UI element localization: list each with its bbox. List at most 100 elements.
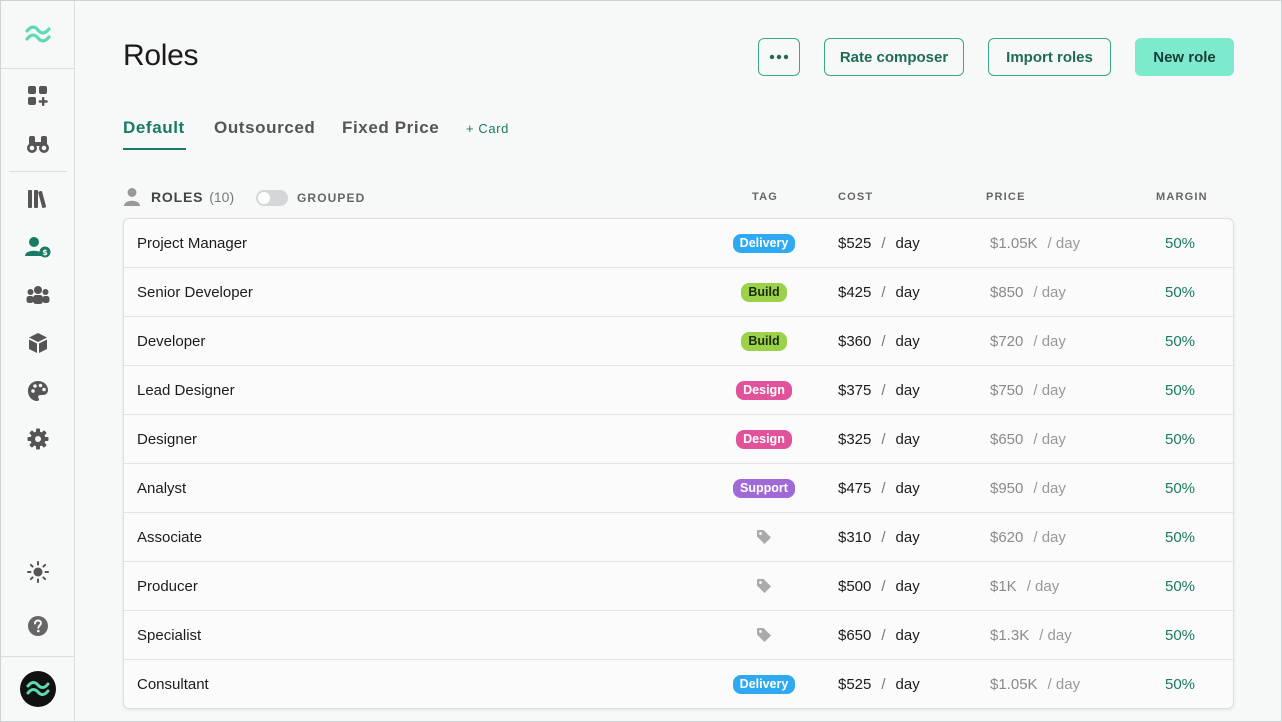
table-row[interactable]: Developer Build $360 / day $720 / day 50… [124,317,1233,366]
tag-badge[interactable]: Build [741,282,787,302]
cost-cell[interactable]: $325 / day [838,415,920,463]
price-cell[interactable]: $950 / day [990,464,1072,512]
library-icon[interactable] [22,183,54,215]
tag-badge[interactable]: Design [736,380,792,400]
table-row[interactable]: Analyst Support $475 / day $950 / day 50… [124,464,1233,513]
table-row[interactable]: Associate $310 / day $620 / day 50% [124,513,1233,562]
price-value: $1.3K [990,626,1030,644]
theme-sun-icon[interactable] [22,556,54,588]
cost-value: $310 [838,528,872,546]
tag-cell: Delivery [714,660,814,708]
cost-cell[interactable]: $310 / day [838,513,920,561]
svg-text:$: $ [42,248,48,257]
tag-icon [757,530,771,544]
price-cell[interactable]: $620 / day [990,513,1072,561]
role-name: Consultant [137,675,209,693]
binoculars-icon[interactable] [22,128,54,160]
logo[interactable] [1,1,74,69]
margin-value: 50% [1164,675,1196,693]
tag-cell [714,611,814,659]
tag-badge[interactable]: Delivery [732,233,796,253]
cost-cell[interactable]: $650 / day [838,611,920,659]
tab-default[interactable]: Default [123,118,185,138]
cost-cell[interactable]: $525 / day [838,660,920,708]
grouped-toggle[interactable] [256,190,288,206]
price-cell[interactable]: $1.3K / day [990,611,1078,659]
roles-table: Project Manager Delivery $525 / day $1.0… [123,218,1234,709]
cost-cell[interactable]: $360 / day [838,317,920,365]
cost-separator: / [881,626,886,644]
team-icon[interactable] [22,279,54,311]
cost-value: $425 [838,283,872,301]
margin-value: 50% [1164,283,1196,301]
cost-cell[interactable]: $425 / day [838,268,920,316]
column-header-margin: MARGIN [1156,191,1208,203]
table-row[interactable]: Designer Design $325 / day $650 / day 50… [124,415,1233,464]
cost-cell[interactable]: $525 / day [838,219,920,267]
tag-cell: Support [714,464,814,512]
cost-separator: / [881,479,886,497]
tag-cell: Build [714,317,814,365]
active-tab-indicator [123,148,186,150]
user-rates-icon[interactable]: $ [22,231,54,263]
tag-badge[interactable]: Design [736,429,792,449]
role-name: Specialist [137,626,202,644]
table-row[interactable]: Specialist $650 / day $1.3K / day 50% [124,611,1233,660]
cost-cell[interactable]: $375 / day [838,366,920,414]
cost-unit: day [895,283,920,301]
avatar[interactable] [20,671,56,707]
new-role-button[interactable]: New role [1135,38,1234,76]
table-row[interactable]: Producer $500 / day $1K / day 50% [124,562,1233,611]
tag-badge[interactable]: Delivery [732,674,796,694]
price-cell[interactable]: $1.05K / day [990,219,1086,267]
package-icon[interactable] [22,327,54,359]
dashboard-add-icon[interactable] [22,80,54,112]
price-value: $850 [990,283,1024,301]
margin-value: 50% [1164,479,1196,497]
tab-fixed-price[interactable]: Fixed Price [342,118,439,138]
palette-icon[interactable] [22,375,54,407]
cost-cell[interactable]: $475 / day [838,464,920,512]
add-tag-button[interactable] [756,529,772,545]
cost-separator: / [881,577,886,595]
price-cell[interactable]: $1K / day [990,562,1065,610]
sidebar-divider [9,171,67,172]
cost-cell[interactable]: $500 / day [838,562,920,610]
page-title: Roles [123,39,199,72]
cost-unit: day [895,626,920,644]
table-row[interactable]: Consultant Delivery $525 / day $1.05K / … [124,660,1233,709]
price-value: $950 [990,479,1024,497]
help-icon[interactable] [22,610,54,642]
price-cell[interactable]: $1.05K / day [990,660,1086,708]
price-cell[interactable]: $750 / day [990,366,1072,414]
settings-icon[interactable] [22,423,54,455]
add-tag-button[interactable] [756,578,772,594]
cost-separator: / [881,528,886,546]
import-roles-button[interactable]: Import roles [988,38,1111,76]
cost-unit: day [895,332,920,350]
role-name: Analyst [137,479,187,497]
price-cell[interactable]: $650 / day [990,415,1072,463]
table-row[interactable]: Project Manager Delivery $525 / day $1.0… [124,219,1233,268]
price-value: $720 [990,332,1024,350]
add-tag-button[interactable] [756,627,772,643]
cost-unit: day [895,430,920,448]
table-row[interactable]: Senior Developer Build $425 / day $850 /… [124,268,1233,317]
price-unit: / day [1033,528,1066,546]
cost-unit: day [895,234,920,252]
cost-value: $325 [838,430,872,448]
more-options-button[interactable] [758,38,800,76]
tab-outsourced[interactable]: Outsourced [214,118,315,138]
price-cell[interactable]: $720 / day [990,317,1072,365]
add-card-button[interactable]: + Card [466,121,509,136]
tag-cell: Design [714,415,814,463]
table-row[interactable]: Lead Designer Design $375 / day $750 / d… [124,366,1233,415]
rate-composer-button[interactable]: Rate composer [824,38,964,76]
cost-unit: day [895,381,920,399]
tag-badge[interactable]: Support [733,478,795,498]
column-header-cost: COST [838,191,874,203]
margin-value: 50% [1164,528,1196,546]
price-cell[interactable]: $850 / day [990,268,1072,316]
tag-badge[interactable]: Build [741,331,787,351]
margin-value: 50% [1164,626,1196,644]
